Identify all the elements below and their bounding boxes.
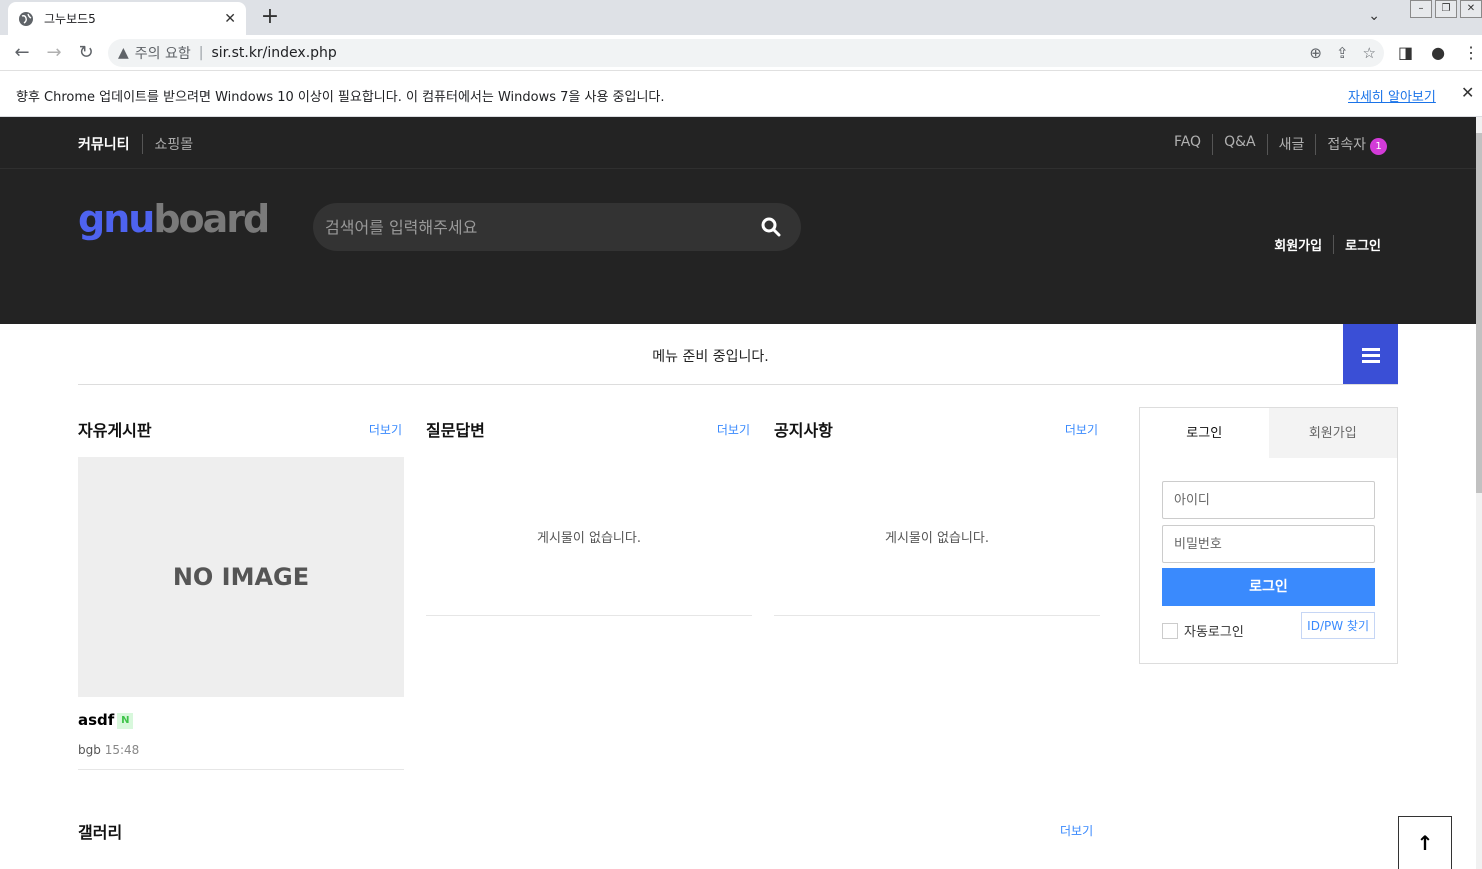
thumbnail-placeholder[interactable]: NO IMAGE — [78, 457, 404, 697]
restore-button[interactable]: ❐ — [1435, 0, 1457, 18]
more-link[interactable]: 더보기 — [717, 421, 750, 438]
auto-login-label[interactable]: 자동로그인 — [1184, 621, 1244, 640]
arrow-up-icon: ↑ — [1416, 831, 1434, 855]
back-arrow-icon[interactable]: ← — [10, 41, 34, 65]
url-text[interactable]: sir.st.kr/index.php — [211, 45, 336, 61]
post-time: 15:48 — [104, 743, 140, 757]
omnibox-divider: | — [198, 45, 204, 61]
update-infobar: 향후 Chrome 업데이트를 받으려면 Windows 10 이상이 필요합니… — [0, 72, 1482, 117]
nav-new-posts-link[interactable]: 새글 — [1266, 134, 1316, 155]
page-scrollbar[interactable] — [1476, 117, 1482, 869]
login-submit-button[interactable]: 로그인 — [1162, 568, 1375, 606]
nav-community-link[interactable]: 커뮤니티 — [78, 134, 143, 154]
nav-faq-link[interactable]: FAQ — [1163, 134, 1212, 155]
login-link[interactable]: 로그인 — [1333, 235, 1392, 254]
register-link[interactable]: 회원가입 — [1263, 235, 1333, 254]
close-tab-icon[interactable]: ✕ — [224, 11, 236, 27]
scroll-to-top-button[interactable]: ↑ — [1398, 816, 1452, 869]
tab-login[interactable]: 로그인 — [1140, 408, 1269, 458]
more-link[interactable]: 더보기 — [369, 421, 402, 438]
menu-message: 메뉴 준비 중입니다. — [652, 349, 769, 365]
nav-visitors-link[interactable]: 접속자 1 — [1315, 134, 1398, 155]
security-label[interactable]: 주의 요함 — [135, 43, 191, 63]
bookmark-star-icon[interactable]: ☆ — [1363, 44, 1376, 62]
gallery-more-link[interactable]: 더보기 — [1060, 822, 1093, 839]
address-bar[interactable]: ▲ 주의 요함 | sir.st.kr/index.php ⊕ ⇪ ☆ — [108, 39, 1384, 67]
logo-part-1: gnu — [78, 197, 155, 241]
close-window-button[interactable]: ✕ — [1460, 0, 1482, 18]
scrollbar-thumb[interactable] — [1476, 133, 1482, 493]
post-author[interactable]: bgb — [78, 743, 101, 757]
nav-shop-link[interactable]: 쇼핑몰 — [143, 134, 194, 154]
browser-toolbar: ← → ↻ ▲ 주의 요함 | sir.st.kr/index.php ⊕ ⇪ … — [0, 35, 1482, 71]
post-title[interactable]: asdf N — [78, 711, 134, 729]
divider — [78, 769, 404, 770]
globe-icon — [19, 11, 33, 26]
tab-title: 그누보드5 — [44, 12, 96, 26]
gallery-title[interactable]: 갤러리 — [78, 819, 122, 843]
share-icon[interactable]: ⇪ — [1336, 44, 1349, 62]
logo-part-2: board — [153, 197, 270, 241]
profile-avatar-icon[interactable]: ● — [1431, 43, 1445, 62]
board-free: 자유게시판 더보기 NO IMAGE asdf N bgb 15:48 — [78, 417, 404, 770]
board-title[interactable]: 자유게시판 — [78, 417, 404, 441]
main-menu-bar: 메뉴 준비 중입니다. — [78, 324, 1398, 385]
warning-icon[interactable]: ▲ — [118, 45, 129, 61]
site-header: gnuboard 회원가입 로그인 — [0, 169, 1476, 324]
side-panel-icon[interactable]: ◨ — [1398, 43, 1413, 62]
search-box — [313, 203, 801, 251]
nav-qna-link[interactable]: Q&A — [1212, 134, 1267, 155]
post-meta: bgb 15:48 — [78, 743, 139, 757]
page-viewport: 커뮤니티 쇼핑몰 FAQ Q&A 새글 접속자1 gnuboard 회원가입 로… — [0, 117, 1476, 869]
board-qna: 질문답변 더보기 게시물이 없습니다. — [426, 417, 752, 616]
new-badge: N — [117, 712, 134, 729]
search-icon[interactable] — [761, 217, 781, 237]
password-field[interactable] — [1162, 525, 1375, 563]
browser-tab[interactable]: 그누보드5 ✕ — [8, 2, 246, 35]
divider — [774, 615, 1100, 616]
hamburger-menu-icon[interactable] — [1343, 324, 1398, 384]
zoom-icon[interactable]: ⊕ — [1309, 44, 1322, 62]
post-title-text[interactable]: asdf — [78, 711, 114, 729]
board-title[interactable]: 질문답변 — [426, 417, 752, 441]
board-title[interactable]: 공지사항 — [774, 417, 1100, 441]
tab-register[interactable]: 회원가입 — [1268, 408, 1397, 458]
board-notice: 공지사항 더보기 게시물이 없습니다. — [774, 417, 1100, 616]
menu-kebab-icon[interactable]: ⋮ — [1463, 43, 1479, 62]
empty-message: 게시물이 없습니다. — [537, 531, 641, 546]
top-navigation: 커뮤니티 쇼핑몰 FAQ Q&A 새글 접속자 1 — [0, 117, 1476, 169]
search-input[interactable] — [325, 213, 745, 241]
visitor-count-badge: 1 — [1370, 138, 1387, 155]
learn-more-link[interactable]: 자세히 알아보기 — [1348, 86, 1436, 105]
checkbox-box[interactable] — [1162, 622, 1178, 639]
visitors-label: 접속자 — [1327, 137, 1366, 153]
empty-message: 게시물이 없습니다. — [885, 531, 989, 546]
user-id-field[interactable] — [1162, 481, 1375, 519]
browser-tab-strip: 그누보드5 ✕ + ⌄ – ❐ ✕ — [0, 0, 1482, 35]
login-box: 로그인 회원가입 로그인 자동로그인 ID/PW 찾기 — [1139, 407, 1398, 664]
tab-search-icon[interactable]: ⌄ — [1368, 8, 1380, 24]
window-controls: – ❐ ✕ — [1407, 0, 1482, 22]
forward-arrow-icon[interactable]: → — [42, 41, 66, 65]
auto-login-checkbox[interactable]: 자동로그인 — [1162, 621, 1244, 640]
close-infobar-icon[interactable]: ✕ — [1461, 83, 1474, 102]
new-tab-button[interactable]: + — [258, 6, 282, 30]
more-link[interactable]: 더보기 — [1065, 421, 1098, 438]
reload-icon[interactable]: ↻ — [74, 41, 98, 65]
infobar-message: 향후 Chrome 업데이트를 받으려면 Windows 10 이상이 필요합니… — [16, 90, 665, 105]
minimize-button[interactable]: – — [1410, 0, 1432, 18]
find-id-password-button[interactable]: ID/PW 찾기 — [1301, 612, 1375, 639]
divider — [426, 615, 752, 616]
site-logo[interactable]: gnuboard — [78, 197, 270, 241]
